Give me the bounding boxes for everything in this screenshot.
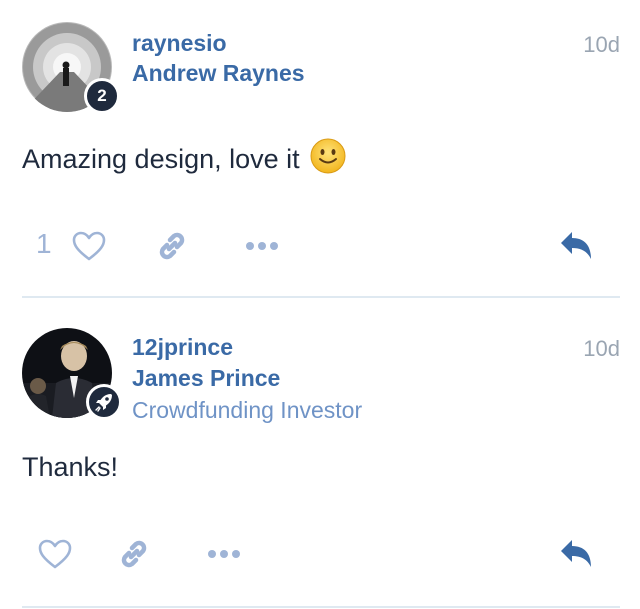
reply-button[interactable] — [556, 226, 596, 266]
share-link-button[interactable] — [152, 226, 192, 266]
post-body: Thanks! — [22, 452, 118, 483]
link-icon — [121, 540, 147, 568]
more-options-button[interactable] — [204, 534, 244, 574]
reply-icon — [561, 232, 591, 259]
full-name[interactable]: James Prince — [132, 365, 280, 392]
post-date[interactable]: 10d — [583, 336, 620, 362]
post-1: 2 raynesio Andrew Raynes 10d Amazing des… — [0, 0, 640, 298]
reply-button[interactable] — [556, 534, 596, 574]
post-text: Thanks! — [22, 452, 119, 482]
share-link-button[interactable] — [114, 534, 154, 574]
like-button[interactable] — [36, 534, 74, 574]
like-count[interactable]: 1 — [36, 228, 52, 260]
username[interactable]: raynesio — [132, 30, 227, 57]
more-icon — [208, 550, 240, 558]
user-title: Crowdfunding Investor — [132, 397, 363, 423]
post-body: Amazing design, love it — [22, 138, 346, 181]
rocket-icon — [95, 394, 112, 412]
reply-icon — [561, 540, 591, 567]
user-badge — [86, 384, 122, 420]
post-2: 12jprince James Prince Crowdfunding Inve… — [0, 298, 640, 609]
heart-icon — [72, 231, 106, 261]
like-button[interactable] — [70, 226, 108, 266]
more-options-button[interactable] — [242, 226, 282, 266]
post-actions — [0, 534, 640, 574]
post-actions: 1 — [0, 226, 640, 266]
slightly-smiling-face-icon — [310, 138, 346, 181]
post-text: Amazing design, love it — [22, 144, 300, 174]
full-name[interactable]: Andrew Raynes — [132, 60, 305, 87]
more-icon — [246, 242, 278, 250]
username[interactable]: 12jprince — [132, 334, 233, 361]
post-divider — [22, 606, 620, 608]
link-icon — [159, 232, 185, 260]
heart-icon — [38, 539, 72, 569]
trust-level-badge: 2 — [84, 78, 120, 114]
post-date[interactable]: 10d — [583, 32, 620, 58]
